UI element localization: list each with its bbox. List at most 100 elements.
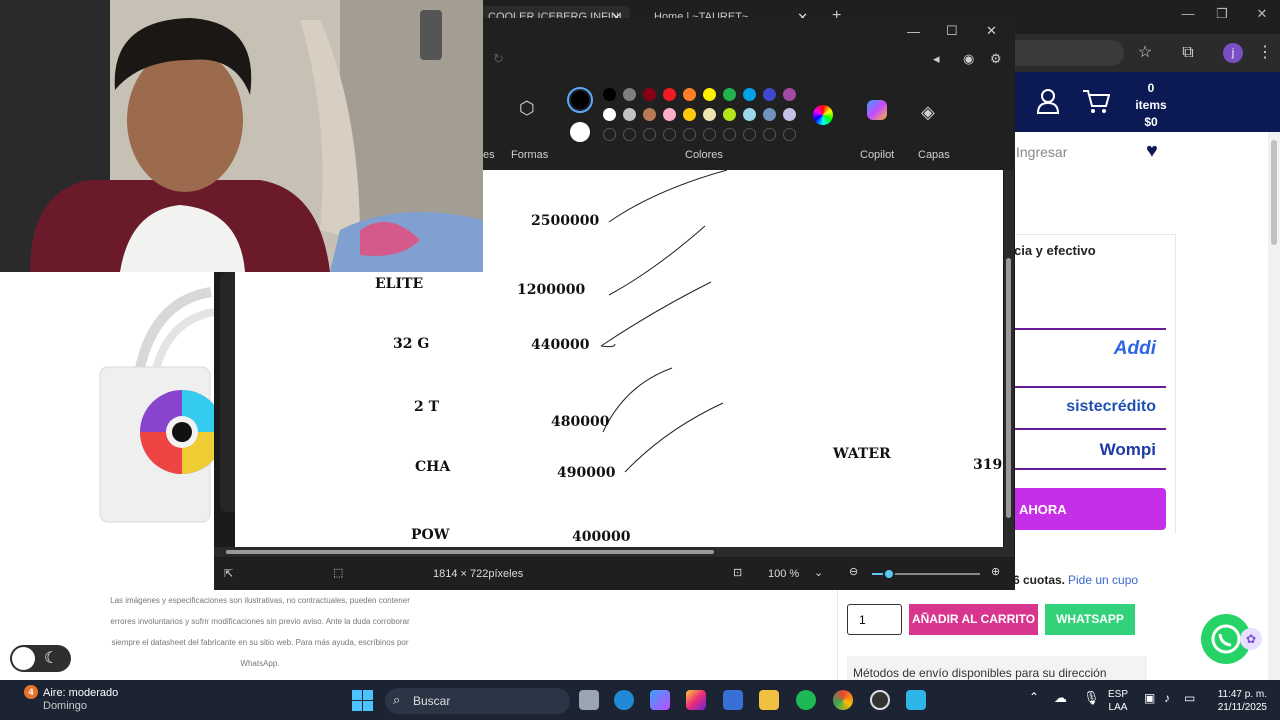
whatsapp-button[interactable]: WHATSAPP (1045, 604, 1135, 635)
color-swatch[interactable] (603, 108, 616, 121)
page-scrollbar-thumb[interactable] (1271, 140, 1277, 245)
menu-dots-icon[interactable]: ⋮ (1254, 42, 1276, 64)
canvas-vertical-scroll-thumb[interactable] (1006, 258, 1011, 518)
chevron-down-icon[interactable]: ⌄ (814, 566, 823, 579)
color-swatch[interactable] (663, 88, 676, 101)
weather-title[interactable]: Aire: moderado (43, 687, 118, 699)
account-icon[interactable]: ◉ (963, 51, 974, 67)
secondary-color-selector[interactable] (570, 122, 590, 142)
custom-color-slot[interactable] (723, 128, 736, 141)
login-link[interactable]: Ingresar (1016, 144, 1067, 160)
copilot-icon[interactable] (867, 100, 887, 120)
extensions-icon[interactable]: ⧉ (1177, 42, 1199, 64)
obs-icon[interactable] (870, 690, 890, 710)
payment-wompi[interactable]: Wompi (1014, 428, 1166, 470)
onedrive-icon[interactable]: ☁ (1054, 690, 1067, 706)
primary-color-selector[interactable] (567, 87, 593, 113)
custom-color-slot[interactable] (683, 128, 696, 141)
color-swatch[interactable] (623, 108, 636, 121)
store-icon[interactable] (723, 690, 743, 710)
color-swatch[interactable] (623, 88, 636, 101)
volume-icon[interactable]: ♪ (1164, 691, 1170, 705)
paint-close-icon[interactable]: ✕ (986, 23, 997, 39)
layers-icon[interactable]: ◈ (921, 102, 935, 123)
zoom-out-icon[interactable]: ⊖ (849, 565, 858, 578)
minimize-icon[interactable]: — (1176, 6, 1200, 26)
copilot-app-icon[interactable] (650, 690, 670, 710)
color-swatch[interactable] (683, 108, 696, 121)
add-to-cart-button[interactable]: AÑADIR AL CARRITO (909, 604, 1038, 635)
microphone-icon[interactable]: 🎙 (1083, 690, 1100, 706)
battery-icon[interactable]: ▭ (1184, 691, 1195, 705)
buy-now-button[interactable]: AHORA (1014, 488, 1166, 530)
payment-sistecredito[interactable]: sistecrédito (1014, 386, 1166, 424)
toggle-knob[interactable] (12, 647, 35, 670)
shapes-icon[interactable]: ⬡ (519, 98, 535, 119)
color-swatch[interactable] (723, 88, 736, 101)
color-swatch[interactable] (703, 88, 716, 101)
color-swatch[interactable] (643, 108, 656, 121)
canvas-label: ELITE (375, 276, 424, 292)
custom-color-slot[interactable] (623, 128, 636, 141)
color-swatch[interactable] (783, 108, 796, 121)
start-windows-icon[interactable] (352, 690, 373, 716)
task-view-icon[interactable] (579, 690, 599, 710)
custom-color-slot[interactable] (663, 128, 676, 141)
custom-color-slot[interactable] (603, 128, 616, 141)
redo-icon[interactable]: ↻ (493, 51, 504, 67)
zoom-in-icon[interactable]: ⊕ (991, 565, 1000, 578)
chat-assistant-icon[interactable]: ✿ (1240, 628, 1262, 650)
spotify-icon[interactable] (796, 690, 816, 710)
canvas-horizontal-scroll-thumb[interactable] (226, 550, 714, 554)
color-swatch[interactable] (723, 108, 736, 121)
payment-addi[interactable]: Addi (1014, 328, 1166, 366)
color-swatch[interactable] (603, 88, 616, 101)
paint-app-icon[interactable] (906, 690, 926, 710)
disclaimer-text: Las imágenes y especificaciones son ilus… (110, 596, 410, 668)
weather-icon[interactable]: 4 (24, 685, 38, 699)
cart-icon[interactable] (1082, 88, 1110, 114)
color-picker-icon[interactable] (813, 105, 833, 125)
bookmark-star-icon[interactable]: ☆ (1134, 42, 1156, 64)
language-indicator[interactable]: ESP LAA (1108, 688, 1128, 714)
custom-color-slot[interactable] (763, 128, 776, 141)
paint-minimize-icon[interactable]: — (907, 24, 920, 39)
zoom-slider-thumb[interactable] (883, 568, 895, 580)
paint-maximize-icon[interactable]: ☐ (946, 23, 958, 39)
color-swatch[interactable] (743, 108, 756, 121)
profile-avatar[interactable]: j (1223, 43, 1243, 63)
color-swatch[interactable] (703, 108, 716, 121)
settings-gear-icon[interactable]: ⚙ (990, 51, 1002, 67)
custom-color-slot[interactable] (643, 128, 656, 141)
color-swatch[interactable] (663, 108, 676, 121)
heart-icon[interactable]: ♥ (1146, 140, 1158, 163)
edge-icon[interactable] (614, 690, 634, 710)
color-swatch[interactable] (763, 88, 776, 101)
custom-color-slot[interactable] (783, 128, 796, 141)
color-swatch[interactable] (643, 88, 656, 101)
network-icon[interactable]: ▣ (1144, 691, 1155, 705)
taskbar-clock[interactable]: 11:47 p. m. 21/11/2025 (1205, 688, 1267, 714)
chrome-icon[interactable] (833, 690, 853, 710)
instagram-icon[interactable] (686, 690, 706, 710)
custom-color-slot[interactable] (703, 128, 716, 141)
address-bar[interactable] (1014, 40, 1124, 66)
color-swatch[interactable] (683, 88, 696, 101)
coupon-link[interactable]: Pide un cupo (1068, 573, 1138, 587)
color-swatch[interactable] (783, 88, 796, 101)
color-swatch[interactable] (743, 88, 756, 101)
user-icon[interactable] (1036, 88, 1060, 114)
close-window-icon[interactable]: ✕ (1250, 6, 1274, 26)
color-swatch[interactable] (763, 108, 776, 121)
fit-to-window-icon[interactable]: ⊡ (733, 566, 742, 579)
custom-color-slot[interactable] (743, 128, 756, 141)
restore-icon[interactable]: ❐ (1210, 6, 1234, 26)
canvas-value: 490000 (557, 465, 616, 481)
canvas-label: POW (411, 527, 450, 543)
file-explorer-icon[interactable] (759, 690, 779, 710)
megaphone-icon[interactable]: ◂ (933, 51, 940, 67)
zoom-level[interactable]: 100 % (768, 568, 799, 580)
cart-summary[interactable]: 0 items $0 (1130, 80, 1172, 131)
quantity-input[interactable] (847, 604, 902, 635)
tray-chevron-up-icon[interactable]: ⌃ (1029, 690, 1039, 704)
